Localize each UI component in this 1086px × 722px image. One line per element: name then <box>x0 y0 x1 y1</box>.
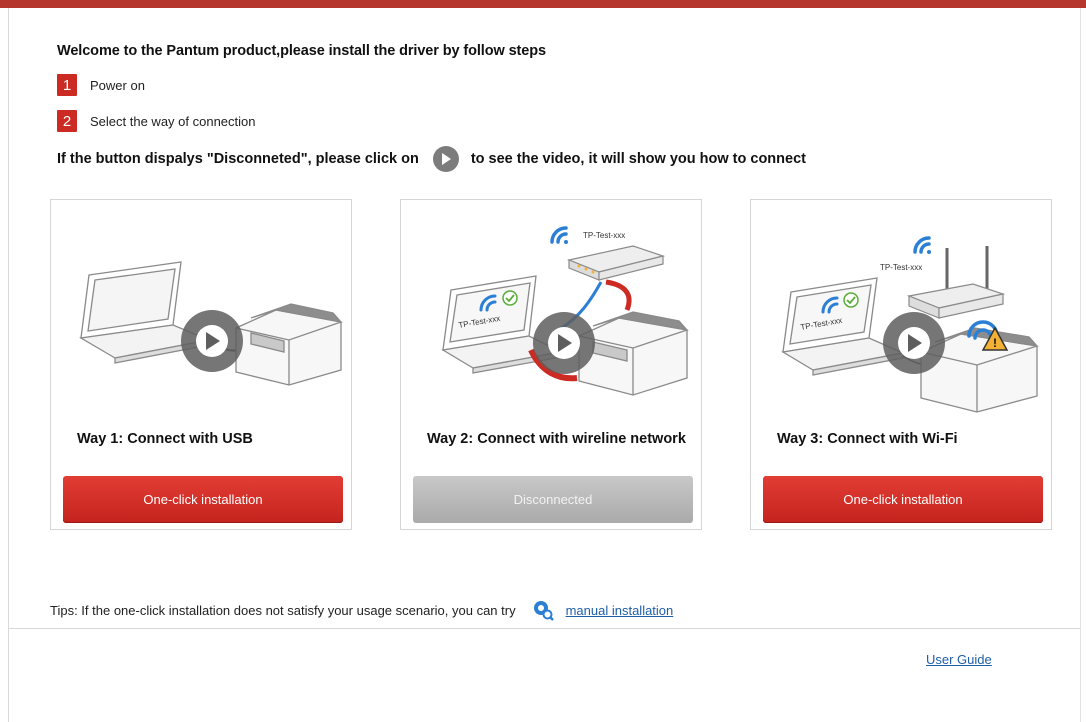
svg-text:!: ! <box>993 336 997 350</box>
way-card-wifi: TP-Test-xxx TP-Test-xxx ! Way 3: Connect… <box>750 199 1052 530</box>
wireline-illustration: TP-Test-xxx TP-Test-xxx <box>441 226 689 396</box>
tips-text: Tips: If the one-click installation does… <box>50 602 516 618</box>
way-card-usb: Way 1: Connect with USB One-click instal… <box>50 199 352 530</box>
window-right-edge <box>1080 8 1081 722</box>
step-2: 2 Select the way of connection <box>57 110 256 132</box>
user-guide-link[interactable]: User Guide <box>926 652 992 667</box>
check-icon <box>502 290 518 306</box>
router-ssid-label: TP-Test-xxx <box>880 263 922 272</box>
tips-row: Tips: If the one-click installation does… <box>50 598 673 622</box>
one-click-install-button[interactable]: One-click installation <box>763 476 1043 523</box>
disconnected-button[interactable]: Disconnected <box>413 476 693 523</box>
router-illustration <box>566 245 666 281</box>
way-title: Way 1: Connect with USB <box>77 431 253 447</box>
hint-text-after: to see the video, it will show you how t… <box>470 151 806 167</box>
wifi-illustration: TP-Test-xxx TP-Test-xxx ! <box>781 236 1039 413</box>
one-click-install-button[interactable]: One-click installation <box>63 476 343 523</box>
play-icon <box>533 312 595 374</box>
hint-text-before: If the button dispalys "Disconneted", pl… <box>57 151 419 167</box>
window-left-edge <box>8 8 9 722</box>
step-number-badge: 1 <box>57 74 77 96</box>
way-title: Way 3: Connect with Wi-Fi <box>777 431 958 447</box>
window-top-border <box>0 0 1086 8</box>
manual-installation-link[interactable]: manual installation <box>566 603 674 618</box>
router-ssid-label: TP-Test-xxx <box>583 231 625 240</box>
check-icon <box>843 292 859 308</box>
video-hint: If the button dispalys "Disconneted", pl… <box>57 146 806 172</box>
play-icon <box>883 312 945 374</box>
step-text: Power on <box>90 77 145 93</box>
gear-search-icon <box>532 599 554 621</box>
step-number-badge: 2 <box>57 110 77 132</box>
usb-illustration <box>79 261 343 386</box>
step-1: 1 Power on <box>57 74 145 96</box>
step-text: Select the way of connection <box>90 113 256 129</box>
router-illustration <box>906 246 1006 319</box>
printer-illustration <box>235 303 343 386</box>
way-title: Way 2: Connect with wireline network <box>427 431 686 447</box>
wifi-icon <box>550 226 568 244</box>
footer-divider <box>9 628 1080 629</box>
printer-illustration <box>578 311 689 396</box>
welcome-heading: Welcome to the Pantum product,please ins… <box>57 43 546 59</box>
play-icon <box>432 146 459 172</box>
play-icon <box>181 310 243 372</box>
wifi-icon <box>913 236 931 254</box>
way-card-wireline: TP-Test-xxx TP-Test-xxx Way 2: Connect w… <box>400 199 702 530</box>
